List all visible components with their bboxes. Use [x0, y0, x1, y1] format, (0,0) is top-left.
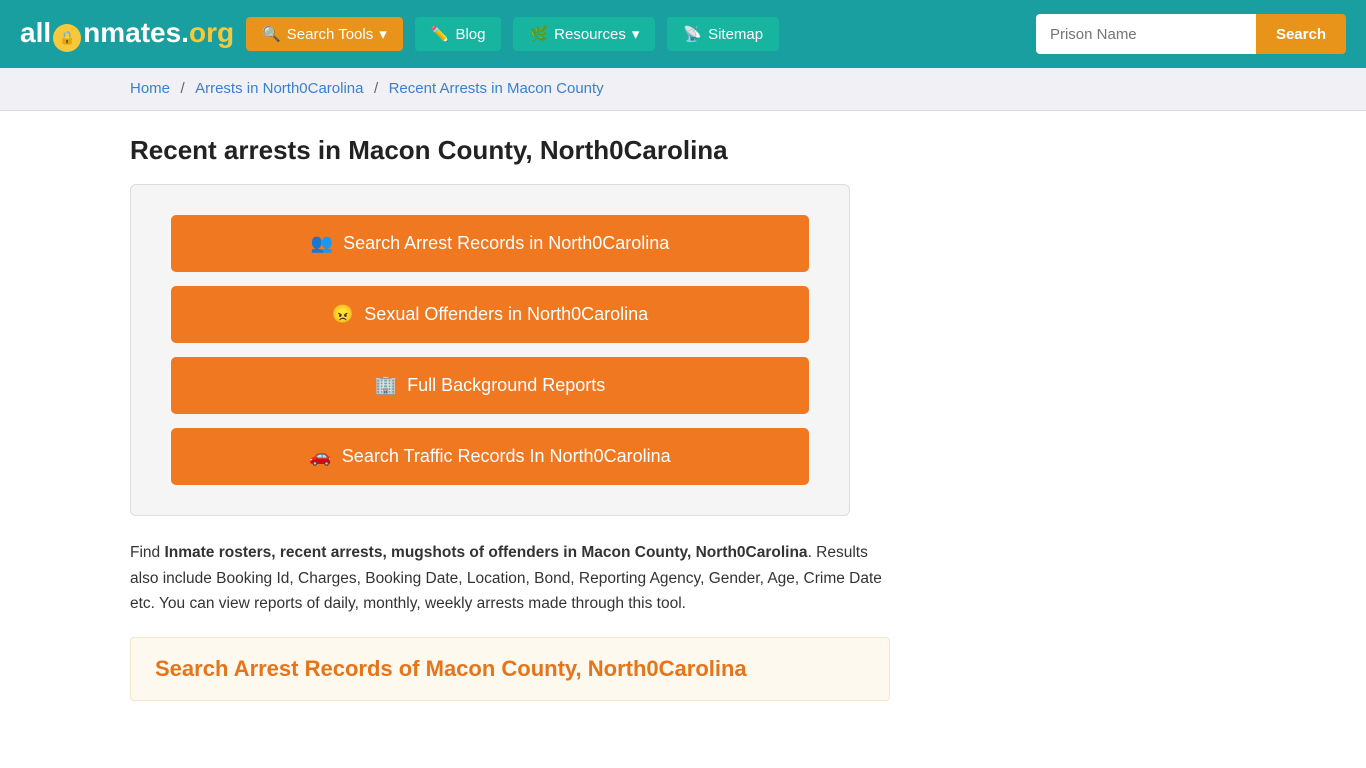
desc-prefix: Find: [130, 544, 164, 561]
breadcrumb-sep-2: /: [374, 80, 378, 97]
arrest-records-button[interactable]: 👥 Search Arrest Records in North0Carolin…: [171, 215, 809, 272]
logo-icon: 🔒: [53, 24, 81, 52]
prison-search-label: Search: [1276, 26, 1326, 43]
blog-icon: ✏️: [431, 25, 450, 43]
breadcrumb-home[interactable]: Home: [130, 80, 170, 97]
nav-sitemap[interactable]: 📡 Sitemap: [667, 17, 779, 51]
sitemap-icon: 📡: [683, 25, 702, 43]
search-tools-dropdown-icon: ▾: [379, 25, 387, 43]
sex-offenders-icon: 😠: [332, 304, 354, 325]
arrest-records-icon: 👥: [311, 233, 333, 254]
main-content: Recent arrests in Macon County, North0Ca…: [0, 111, 1366, 725]
search-tools-icon: 🔍: [262, 25, 281, 43]
desc-bold: Inmate rosters, recent arrests, mugshots…: [164, 544, 807, 561]
description-paragraph: Find Inmate rosters, recent arrests, mug…: [130, 540, 890, 617]
breadcrumb: Home / Arrests in North0Carolina / Recen…: [0, 68, 1366, 111]
site-header: all🔒nmates.org 🔍 Search Tools ▾ ✏️ Blog …: [0, 0, 1366, 68]
traffic-records-label: Search Traffic Records In North0Carolina: [342, 446, 671, 467]
section-heading-box: Search Arrest Records of Macon County, N…: [130, 637, 890, 701]
breadcrumb-current: Recent Arrests in Macon County: [389, 80, 604, 97]
nav-resources-label: Resources: [554, 26, 626, 43]
site-logo[interactable]: all🔒nmates.org: [20, 17, 234, 52]
nav-search-tools-label: Search Tools: [287, 26, 373, 43]
breadcrumb-state[interactable]: Arrests in North0Carolina: [195, 80, 363, 97]
background-reports-button[interactable]: 🏢 Full Background Reports: [171, 357, 809, 414]
resources-dropdown-icon: ▾: [632, 25, 640, 43]
page-title: Recent arrests in Macon County, North0Ca…: [130, 135, 1236, 166]
nav-blog-label: Blog: [455, 26, 485, 43]
background-reports-icon: 🏢: [375, 375, 397, 396]
nav-sitemap-label: Sitemap: [708, 26, 763, 43]
prison-name-input[interactable]: [1036, 14, 1256, 54]
breadcrumb-sep-1: /: [180, 80, 184, 97]
background-reports-label: Full Background Reports: [407, 375, 605, 396]
nav-blog[interactable]: ✏️ Blog: [415, 17, 502, 51]
prison-search-area: Search: [1036, 14, 1346, 54]
arrest-records-label: Search Arrest Records in North0Carolina: [343, 233, 669, 254]
nav-resources[interactable]: 🌿 Resources ▾: [513, 17, 655, 51]
sex-offenders-button[interactable]: 😠 Sexual Offenders in North0Carolina: [171, 286, 809, 343]
traffic-records-button[interactable]: 🚗 Search Traffic Records In North0Caroli…: [171, 428, 809, 485]
action-buttons-card: 👥 Search Arrest Records in North0Carolin…: [130, 184, 850, 516]
prison-search-button[interactable]: Search: [1256, 14, 1346, 54]
sex-offenders-label: Sexual Offenders in North0Carolina: [364, 304, 648, 325]
resources-icon: 🌿: [529, 25, 548, 43]
section-heading: Search Arrest Records of Macon County, N…: [155, 656, 865, 682]
traffic-records-icon: 🚗: [309, 446, 331, 467]
nav-search-tools[interactable]: 🔍 Search Tools ▾: [246, 17, 403, 51]
